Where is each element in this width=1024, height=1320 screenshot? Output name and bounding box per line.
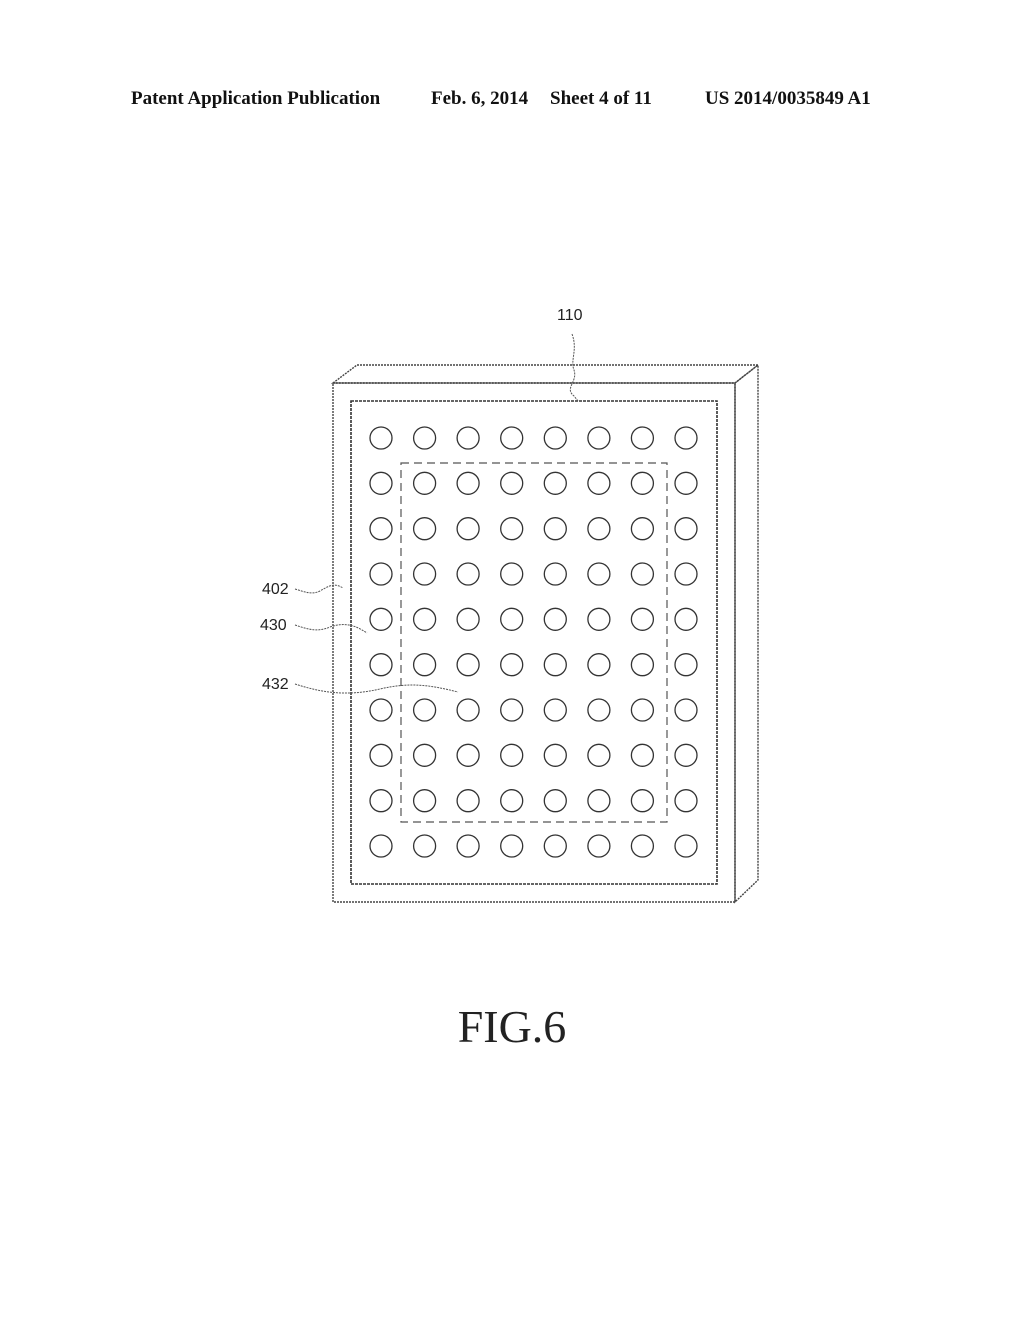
array-circle [369, 743, 393, 767]
label-110: 110 [557, 307, 583, 324]
array-circle [587, 743, 611, 767]
array-circle [412, 789, 437, 813]
array-circle [500, 607, 524, 631]
array-circle [674, 834, 698, 858]
array-circle [674, 517, 698, 541]
array-circle [587, 426, 611, 450]
inner-panel [350, 400, 718, 885]
array-circle [587, 471, 611, 495]
array-circle [500, 834, 524, 858]
array-circle [674, 789, 698, 813]
array-circle [456, 607, 480, 631]
leader-432 [294, 683, 459, 694]
array-circle [587, 562, 611, 586]
array-circle [412, 471, 437, 495]
array-circle [456, 743, 480, 767]
array-circle [456, 562, 480, 586]
array-circle [456, 834, 480, 858]
array-circle [456, 789, 480, 813]
array-circle [500, 471, 524, 495]
array-circle [456, 653, 480, 677]
array-circle [630, 698, 655, 722]
array-circle [412, 426, 437, 450]
leader-110 [569, 333, 579, 402]
array-circle [630, 834, 655, 858]
inner-region-dashed [400, 462, 668, 823]
box-top-face [330, 364, 761, 384]
array-circle [630, 517, 655, 541]
array-circle [369, 698, 393, 722]
array-circle [369, 426, 393, 450]
array-circle [587, 607, 611, 631]
array-circle [543, 698, 567, 722]
patent-figure: 110 402 430 432 [260, 307, 761, 904]
array-circle [500, 743, 524, 767]
array-circle [543, 562, 567, 586]
array-circle [369, 517, 393, 541]
array-circle [456, 471, 480, 495]
array-circle [412, 743, 437, 767]
array-circle [456, 426, 480, 450]
array-circle [369, 607, 393, 631]
array-circle [630, 426, 655, 450]
array-circle [587, 698, 611, 722]
array-circle [543, 517, 567, 541]
label-432: 432 [262, 676, 289, 693]
array-circle [500, 789, 524, 813]
array-circle [543, 789, 567, 813]
array-circle [500, 698, 524, 722]
array-circle [456, 517, 480, 541]
array-circle [543, 743, 567, 767]
array-circle [587, 653, 611, 677]
label-430: 430 [260, 617, 287, 634]
array-circle [500, 517, 524, 541]
array-circle [543, 607, 567, 631]
array-circle [674, 471, 698, 495]
array-circle [630, 607, 655, 631]
array-circle [543, 834, 567, 858]
array-circle [500, 653, 524, 677]
label-402: 402 [262, 581, 289, 598]
array-circle [412, 607, 437, 631]
array-circle [412, 653, 437, 677]
array-circle [630, 789, 655, 813]
array-circle [587, 789, 611, 813]
figure-caption: FIG.6 [457, 1001, 567, 1052]
leader-402 [294, 584, 344, 594]
array-circle [456, 698, 480, 722]
array-circle [412, 698, 437, 722]
array-circle [587, 517, 611, 541]
array-circle [369, 471, 393, 495]
array-circle [674, 426, 698, 450]
box-side-face [734, 363, 759, 904]
array-circle [543, 471, 567, 495]
array-circle [674, 562, 698, 586]
array-circle [587, 834, 611, 858]
array-circle [630, 743, 655, 767]
circle-array [369, 426, 698, 858]
array-circle [369, 834, 393, 858]
array-circle [674, 743, 698, 767]
array-circle [369, 562, 393, 586]
array-circle [500, 426, 524, 450]
array-circle [369, 653, 393, 677]
array-circle [630, 471, 655, 495]
leader-430 [294, 624, 368, 634]
array-circle [543, 653, 567, 677]
array-circle [369, 789, 393, 813]
array-circle [412, 562, 437, 586]
array-circle [412, 517, 437, 541]
array-circle [674, 607, 698, 631]
box-front-face [332, 382, 736, 903]
array-circle [543, 426, 567, 450]
array-circle [674, 653, 698, 677]
array-circle [630, 653, 655, 677]
array-circle [674, 698, 698, 722]
array-circle [412, 834, 437, 858]
array-circle [630, 562, 655, 586]
array-circle [500, 562, 524, 586]
